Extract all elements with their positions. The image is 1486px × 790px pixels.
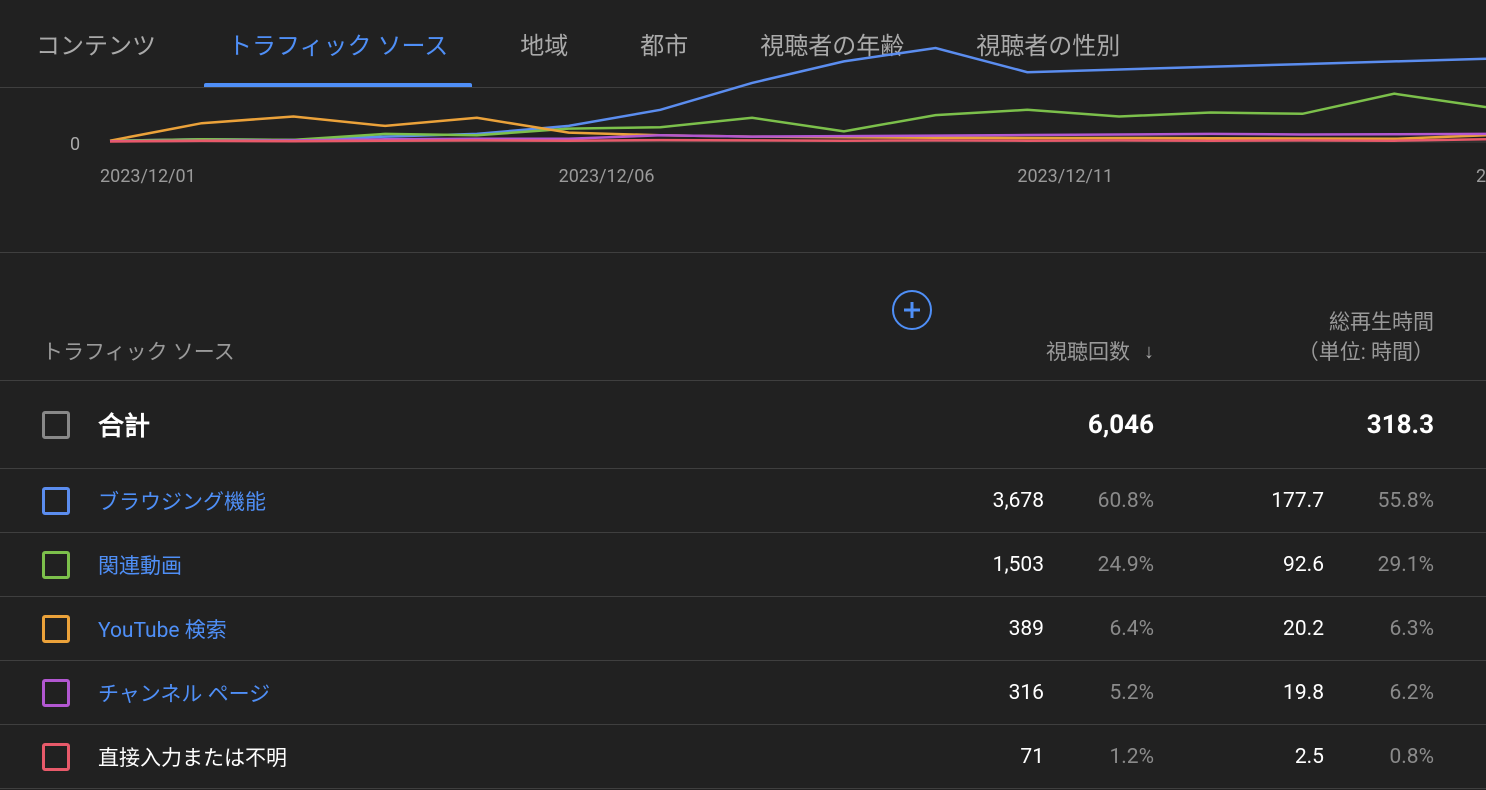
chart-x-tick: 2023/12/11 (1017, 166, 1113, 187)
tab-3[interactable]: 都市 (604, 0, 724, 87)
sort-descending-icon[interactable]: ↓ (1144, 339, 1154, 364)
plus-icon (901, 299, 923, 321)
row-views-pct: 5.2% (1058, 681, 1154, 705)
row-views-pct: 60.8% (1058, 489, 1154, 513)
row-watch: 2.5 (1234, 745, 1324, 769)
table-row: チャンネル ページ 316 5.2% 19.8 6.2% (0, 661, 1486, 725)
row-views: 316 (954, 681, 1044, 705)
row-watch: 19.8 (1234, 681, 1324, 705)
row-watch-pct: 0.8% (1338, 745, 1434, 769)
checkbox[interactable] (42, 487, 70, 515)
row-label[interactable]: 関連動画 (98, 550, 182, 580)
tabs-bar: コンテンツトラフィック ソース地域都市視聴者の年齢視聴者の性別 (0, 0, 1486, 88)
chart-x-tick: 2023/12/06 (559, 166, 655, 187)
row-watch-pct: 6.3% (1338, 617, 1434, 641)
table-row: 直接入力または不明 71 1.2% 2.5 0.8% (0, 725, 1486, 789)
checkbox-total[interactable] (42, 411, 70, 439)
header-watch-line2: （単位: 時間） (1190, 336, 1434, 366)
chart-x-tick: 2023/12/16 (1476, 166, 1486, 187)
total-views: 6,046 (1064, 410, 1154, 440)
chart-area: 0 2023/12/01 2023/12/06 2023/12/11 2023/12/… (0, 88, 1486, 238)
total-label: 合計 (98, 406, 150, 443)
checkbox[interactable] (42, 743, 70, 771)
tab-2[interactable]: 地域 (484, 0, 604, 87)
row-watch-pct: 6.2% (1338, 681, 1434, 705)
header-views[interactable]: 視聴回数 (1046, 336, 1130, 366)
table-row: YouTube 検索 389 6.4% 20.2 6.3% (0, 597, 1486, 661)
row-views: 71 (954, 745, 1044, 769)
tab-4[interactable]: 視聴者の年齢 (724, 0, 940, 87)
tab-0[interactable]: コンテンツ (0, 0, 192, 87)
tab-5[interactable]: 視聴者の性別 (940, 0, 1156, 87)
add-metric-button[interactable] (892, 290, 932, 330)
checkbox[interactable] (42, 551, 70, 579)
row-watch: 20.2 (1234, 617, 1324, 641)
row-watch-pct: 29.1% (1338, 553, 1434, 577)
row-watch: 92.6 (1234, 553, 1324, 577)
row-views: 3,678 (954, 489, 1044, 513)
row-watch-pct: 55.8% (1338, 489, 1434, 513)
header-watch-line1[interactable]: 総再生時間 (1190, 306, 1434, 336)
checkbox[interactable] (42, 679, 70, 707)
tab-1[interactable]: トラフィック ソース (192, 0, 484, 87)
chart-x-labels: 2023/12/012023/12/062023/12/112023/12/16 (110, 166, 1486, 196)
row-label: 直接入力または不明 (98, 742, 287, 772)
checkbox[interactable] (42, 615, 70, 643)
header-source: トラフィック ソース (42, 336, 235, 366)
total-watch: 318.3 (1344, 410, 1434, 440)
table-row: 関連動画 1,503 24.9% 92.6 29.1% (0, 533, 1486, 597)
row-label[interactable]: チャンネル ページ (98, 678, 270, 708)
table-row: ブラウジング機能 3,678 60.8% 177.7 55.8% (0, 469, 1486, 533)
table-header-row: トラフィック ソース 視聴回数 ↓ 総再生時間 （単位: 時間） (0, 253, 1486, 381)
row-watch: 177.7 (1234, 489, 1324, 513)
chart-x-tick: 2023/12/01 (100, 166, 196, 187)
row-views: 1,503 (954, 553, 1044, 577)
row-label[interactable]: YouTube 検索 (98, 614, 227, 644)
row-views-pct: 24.9% (1058, 553, 1154, 577)
traffic-chart (110, 88, 1486, 178)
traffic-table: トラフィック ソース 視聴回数 ↓ 総再生時間 （単位: 時間） 合計 6,04… (0, 252, 1486, 789)
row-views: 389 (954, 617, 1044, 641)
chart-y-zero-label: 0 (70, 134, 80, 155)
row-views-pct: 6.4% (1058, 617, 1154, 641)
row-label[interactable]: ブラウジング機能 (98, 486, 266, 516)
table-row-total: 合計 6,046 318.3 (0, 381, 1486, 469)
row-views-pct: 1.2% (1058, 745, 1154, 769)
